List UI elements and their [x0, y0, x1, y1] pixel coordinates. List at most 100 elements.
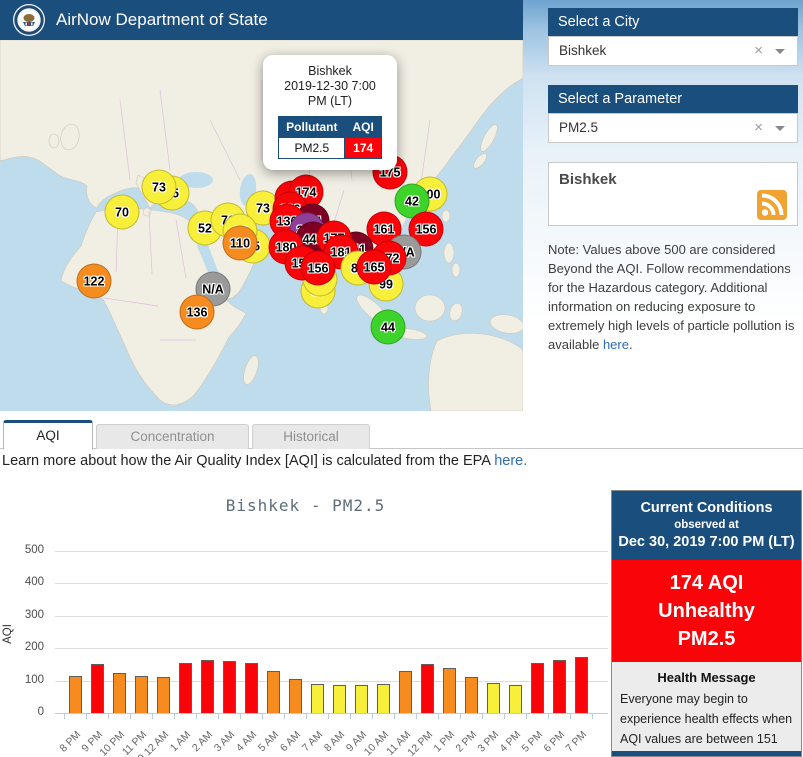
cc-title: Current Conditions [612, 500, 801, 516]
gridline [55, 583, 608, 584]
bar-1-pm [443, 668, 456, 713]
aqi-marker-value: N/A [202, 282, 224, 296]
aqi-marker-44[interactable]: 44 [371, 310, 406, 345]
city-select-value: Bishkek [559, 37, 606, 65]
aqi-marker-value: 44 [381, 320, 395, 334]
cc-health-block: Health Message Everyone may begin to exp… [612, 670, 801, 757]
parameter-select-value: PM2.5 [559, 114, 598, 142]
tab-bar: AQIConcentrationHistorical [0, 420, 803, 449]
x-tick [196, 714, 197, 719]
bar-7-am [311, 684, 324, 713]
cc-observed-at: observed at [612, 519, 801, 531]
x-tick [86, 714, 87, 719]
y-axis-labels: 5004003002001000 [0, 551, 48, 713]
popup-col-pollutant: Pollutant [279, 117, 345, 138]
clear-icon[interactable]: × [754, 114, 763, 142]
parameter-select[interactable]: PM2.5 × [548, 113, 798, 143]
x-tick [152, 714, 153, 719]
marker-layer: 7573705271739585110122N/A136175791741666… [0, 40, 523, 411]
tab-concentration[interactable]: Concentration [96, 424, 249, 449]
note-here-link[interactable]: here [603, 337, 629, 352]
chart-section: Bishkek - PM2.5 AQI 5004003002001000 8 P… [0, 480, 611, 757]
aqi-marker-110[interactable]: 110 [223, 226, 258, 261]
x-tick [64, 714, 65, 719]
x-tick [350, 714, 351, 719]
cc-header: Current Conditions observed at Dec 30, 2… [612, 491, 801, 560]
x-tick [460, 714, 461, 719]
page: AirNow Department of State [0, 0, 803, 757]
city-panel-header: Select a City [548, 8, 798, 36]
x-tick [174, 714, 175, 719]
x-tick [548, 714, 549, 719]
rss-icon[interactable] [757, 190, 787, 220]
cc-footer-strip [612, 751, 801, 756]
y-tick-label: 0 [0, 706, 44, 718]
cc-aqi-value: 174 AQI [612, 569, 801, 597]
bar-8-am [333, 685, 346, 713]
aqi-marker-value: 122 [84, 274, 105, 288]
aqi-marker-156[interactable]: 156 [301, 251, 336, 286]
popup-aqi-value: 174 [345, 138, 381, 159]
x-tick [592, 714, 593, 719]
chevron-down-icon[interactable] [775, 49, 785, 54]
current-conditions-panel: Current Conditions observed at Dec 30, 2… [611, 490, 802, 757]
x-tick [372, 714, 373, 719]
bar-6-am [289, 679, 302, 713]
bar-2-pm [465, 677, 478, 713]
x-tick [240, 714, 241, 719]
popup-pollutant-value: PM2.5 [279, 138, 345, 159]
city-select[interactable]: Bishkek × [548, 36, 798, 66]
bar-4-am [245, 663, 258, 713]
popup-table: Pollutant AQI PM2.5 174 [278, 116, 382, 159]
learn-more-text: Learn more about how the Air Quality Ind… [2, 453, 494, 469]
aqi-marker-165[interactable]: 165 [357, 250, 392, 285]
bar-5-am [267, 671, 280, 713]
popup-time-suffix: PM (LT) [269, 94, 391, 109]
y-tick-label: 200 [0, 641, 44, 653]
bar-12-pm [421, 664, 434, 713]
aqi-marker-122[interactable]: 122 [77, 264, 112, 299]
y-tick-label: 100 [0, 674, 44, 686]
x-tick [284, 714, 285, 719]
cc-aqi-block: 174 AQI Unhealthy PM2.5 [612, 560, 801, 662]
map-popup: Bishkek 2019-12-30 7:00 PM (LT) Pollutan… [263, 55, 397, 170]
tab-historical[interactable]: Historical [252, 424, 370, 449]
x-tick [394, 714, 395, 719]
note: Note: Values above 500 are considered Be… [548, 240, 802, 354]
gridline [55, 616, 608, 617]
gridline [55, 648, 608, 649]
learn-more-here-link[interactable]: here. [494, 453, 527, 469]
bar-11-am [399, 671, 412, 713]
bar-1-am [179, 663, 192, 713]
map[interactable]: 7573705271739585110122N/A136175791741666… [0, 40, 523, 411]
cc-parameter: PM2.5 [612, 625, 801, 653]
aqi-marker-value: 73 [256, 201, 270, 215]
y-tick-label: 400 [0, 576, 44, 588]
bar-11-pm [135, 676, 148, 713]
aqi-marker-70[interactable]: 70 [105, 195, 140, 230]
feed-title: Bishkek [559, 171, 617, 188]
aqi-marker-73[interactable]: 73 [142, 170, 177, 205]
x-tick [108, 714, 109, 719]
x-tick [526, 714, 527, 719]
bar-3-am [223, 661, 236, 713]
bar-19-12-am [157, 677, 170, 713]
clear-icon[interactable]: × [754, 37, 763, 65]
y-tick-label: 300 [0, 609, 44, 621]
chart-title: Bishkek - PM2.5 [0, 496, 611, 515]
chevron-down-icon[interactable] [775, 126, 785, 131]
aqi-marker-value: 156 [308, 261, 329, 275]
bar-8-pm [69, 676, 82, 713]
aqi-marker-136[interactable]: 136 [180, 295, 215, 330]
tab-aqi[interactable]: AQI [3, 420, 93, 450]
parameter-panel-label: Select a Parameter [558, 91, 682, 107]
cc-datetime: Dec 30, 2019 7:00 PM (LT) [612, 534, 801, 550]
bar-9-pm [91, 664, 104, 713]
x-tick [262, 714, 263, 719]
aqi-marker-value: 70 [115, 205, 129, 219]
app-title: AirNow Department of State [56, 0, 268, 40]
x-tick [504, 714, 505, 719]
bar-3-pm [487, 683, 500, 713]
bar-10-pm [113, 673, 126, 713]
bar-7-pm [575, 657, 588, 713]
